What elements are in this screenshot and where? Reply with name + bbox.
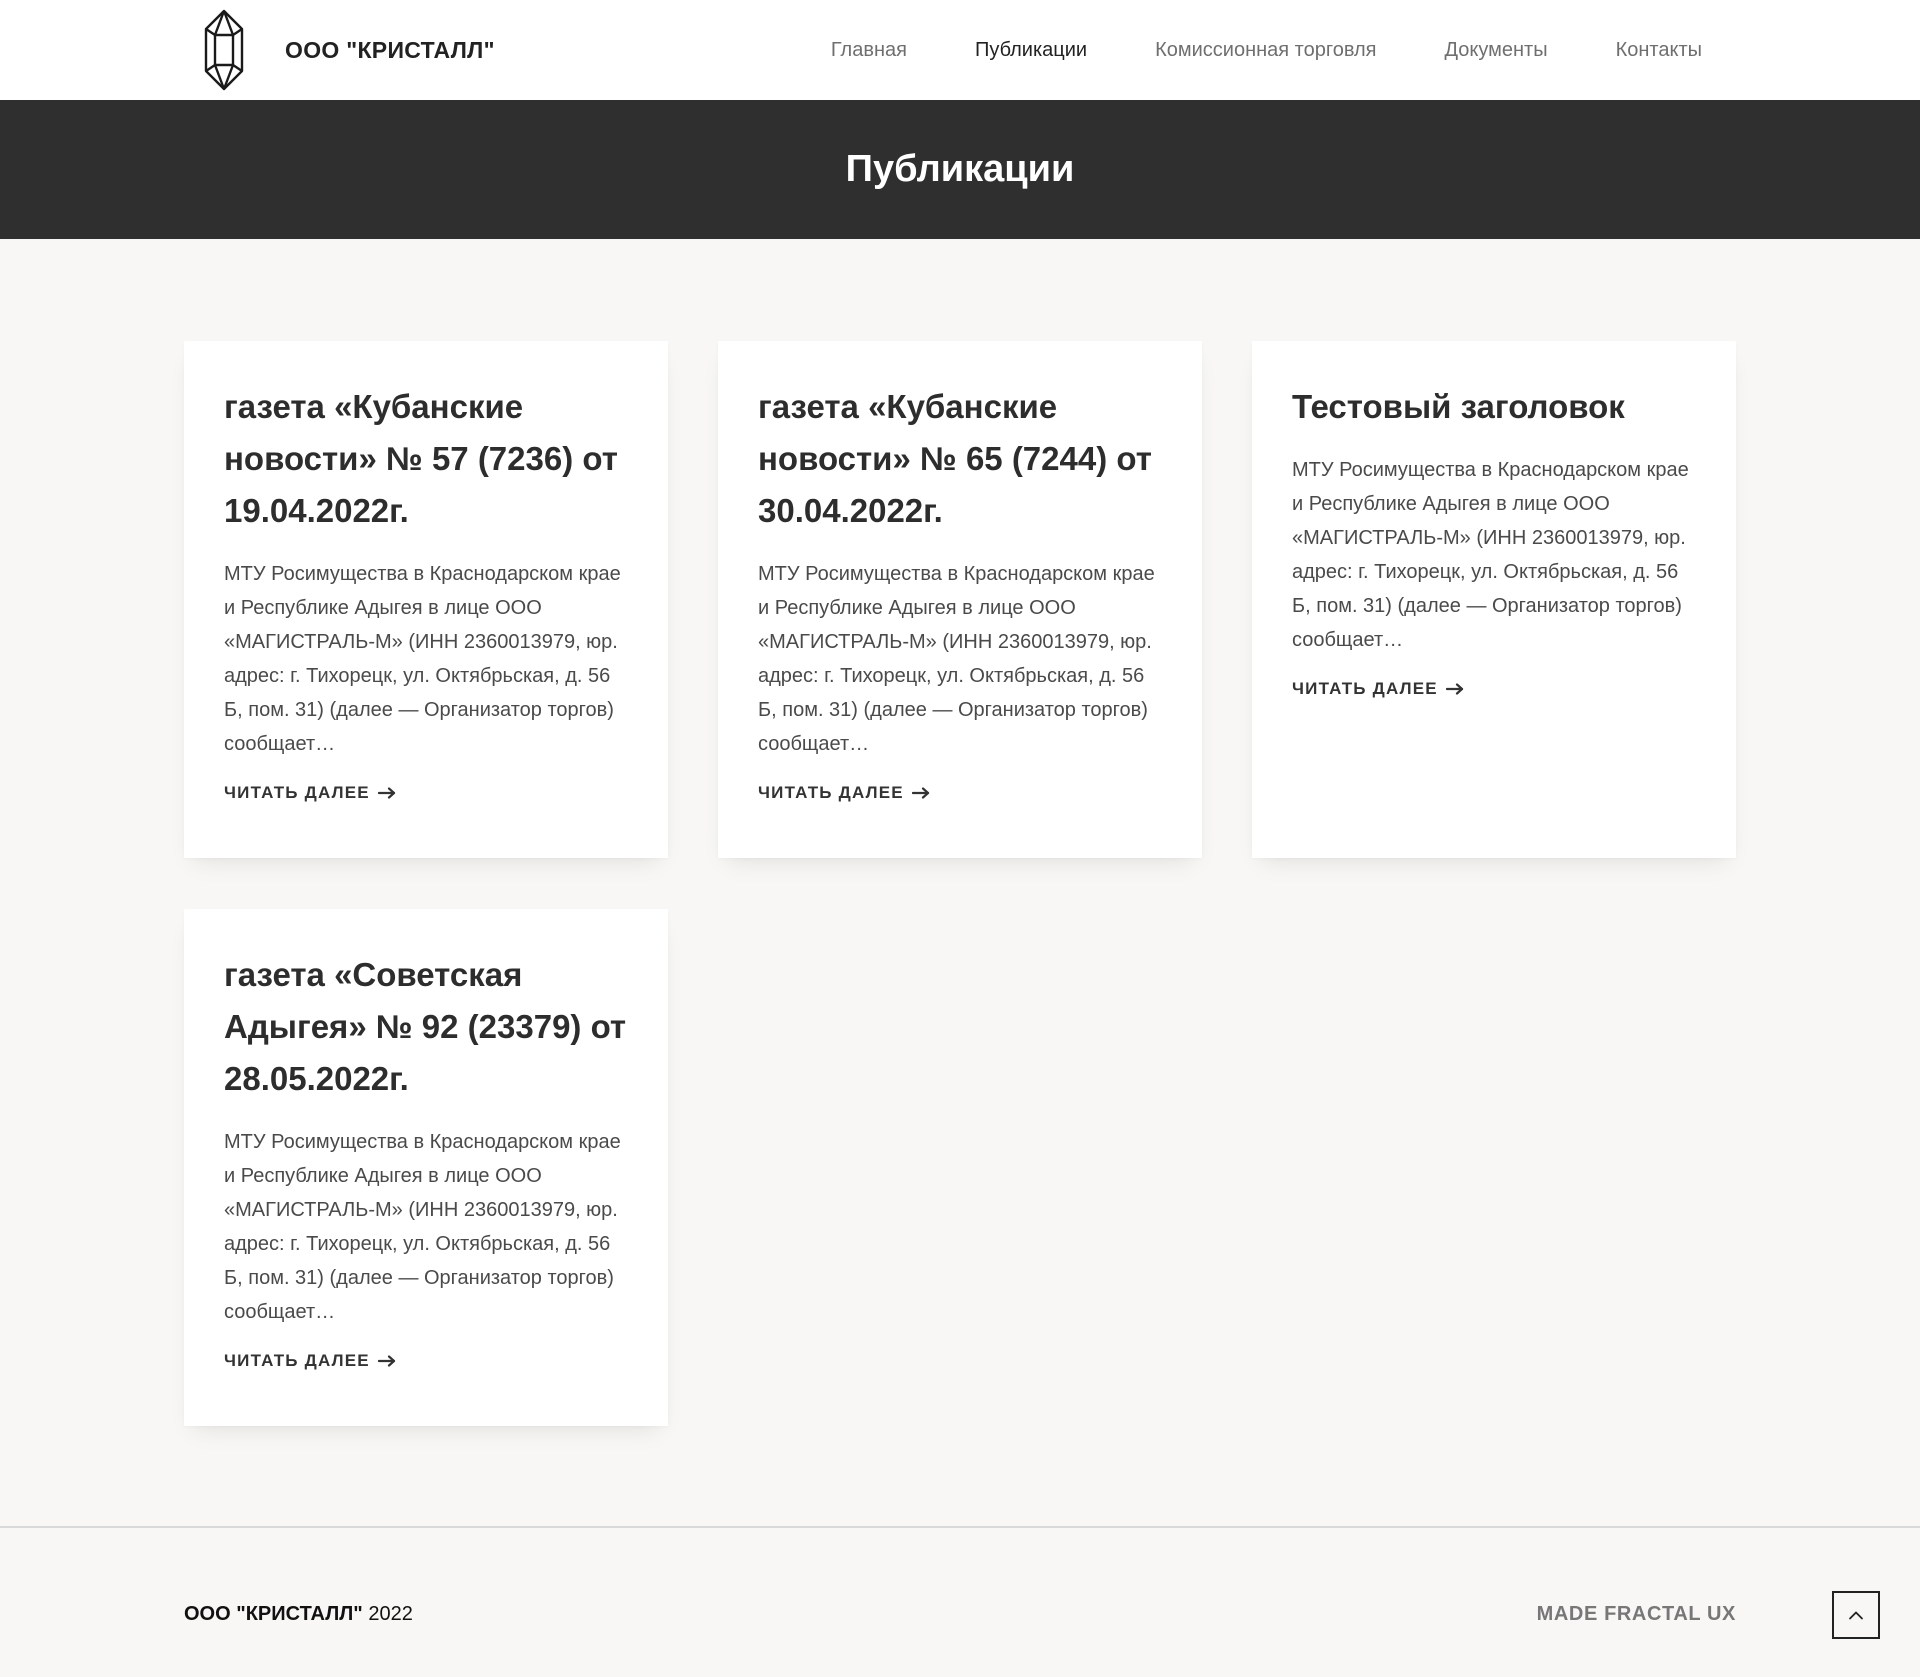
- crystal-icon: [204, 9, 244, 91]
- arrow-right-icon: [377, 1355, 395, 1367]
- nav-item-commission-trade[interactable]: Комиссионная торговля: [1155, 39, 1376, 62]
- read-more-link[interactable]: ЧИТАТЬ ДАЛЕЕ: [224, 783, 396, 803]
- page-title-band: Публикации: [0, 100, 1920, 239]
- copyright-brand: ООО "КРИСТАЛЛ": [184, 1603, 363, 1625]
- nav-item-documents[interactable]: Документы: [1445, 39, 1548, 62]
- post-excerpt: МТУ Росимущества в Краснодарском крае и …: [758, 563, 1155, 755]
- main-nav: Главная Публикации Комиссионная торговля…: [831, 0, 1702, 100]
- copyright-year: 2022: [368, 1603, 413, 1625]
- read-more-label: ЧИТАТЬ ДАЛЕЕ: [224, 783, 370, 802]
- read-more-link[interactable]: ЧИТАТЬ ДАЛЕЕ: [758, 783, 930, 803]
- post-title[interactable]: Тестовый заголовок: [1292, 381, 1696, 433]
- nav-item-contacts[interactable]: Контакты: [1616, 39, 1702, 62]
- post-card: газета «Советская Адыгея» № 92 (23379) о…: [184, 909, 668, 1426]
- nav-item-publications[interactable]: Публикации: [975, 39, 1087, 62]
- page-title: Публикации: [845, 148, 1075, 190]
- site-footer: ООО "КРИСТАЛЛ" 2022 MADE FRACTAL UX: [0, 1528, 1920, 1677]
- made-by-link[interactable]: MADE FRACTAL UX: [1537, 1603, 1736, 1626]
- post-excerpt: МТУ Росимущества в Краснодарском крае и …: [1292, 459, 1689, 651]
- post-excerpt: МТУ Росимущества в Краснодарском крае и …: [224, 1131, 621, 1323]
- post-card: газета «Кубанские новости» № 65 (7244) о…: [718, 341, 1202, 858]
- brand-link[interactable]: ООО "КРИСТАЛЛ": [203, 9, 495, 91]
- arrow-right-icon: [911, 787, 929, 799]
- arrow-right-icon: [377, 787, 395, 799]
- post-title[interactable]: газета «Советская Адыгея» № 92 (23379) о…: [224, 949, 628, 1105]
- scroll-to-top-button[interactable]: [1832, 1591, 1880, 1639]
- chevron-up-icon: [1849, 1611, 1863, 1620]
- site-header: ООО "КРИСТАЛЛ" Главная Публикации Комисс…: [0, 0, 1920, 100]
- post-title[interactable]: газета «Кубанские новости» № 65 (7244) о…: [758, 381, 1162, 537]
- read-more-label: ЧИТАТЬ ДАЛЕЕ: [224, 1351, 370, 1370]
- arrow-right-icon: [1445, 683, 1463, 695]
- post-card: газета «Кубанские новости» № 57 (7236) о…: [184, 341, 668, 858]
- post-excerpt: МТУ Росимущества в Краснодарском крае и …: [224, 563, 621, 755]
- read-more-label: ЧИТАТЬ ДАЛЕЕ: [1292, 679, 1438, 698]
- post-card: Тестовый заголовок МТУ Росимущества в Кр…: [1252, 341, 1736, 858]
- read-more-link[interactable]: ЧИТАТЬ ДАЛЕЕ: [224, 1351, 396, 1371]
- read-more-link[interactable]: ЧИТАТЬ ДАЛЕЕ: [1292, 679, 1464, 699]
- nav-item-home[interactable]: Главная: [831, 39, 907, 62]
- brand-name: ООО "КРИСТАЛЛ": [285, 36, 495, 63]
- copyright: ООО "КРИСТАЛЛ" 2022: [184, 1603, 413, 1626]
- read-more-label: ЧИТАТЬ ДАЛЕЕ: [758, 783, 904, 802]
- post-title[interactable]: газета «Кубанские новости» № 57 (7236) о…: [224, 381, 628, 537]
